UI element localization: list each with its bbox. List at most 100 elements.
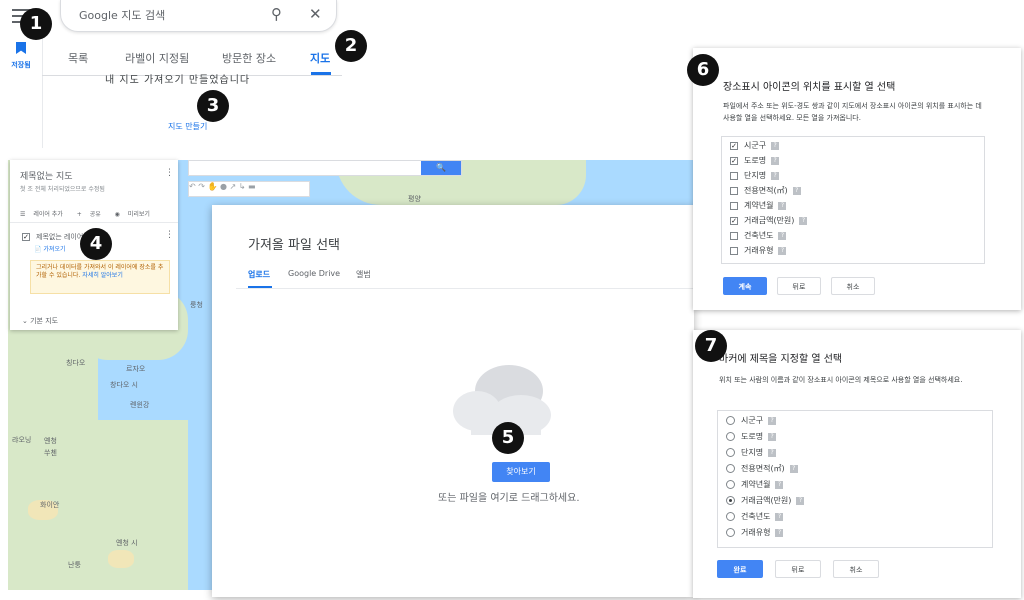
column-option[interactable]: 단지명? xyxy=(730,170,780,182)
search-icon[interactable]: ⚲ xyxy=(271,5,282,23)
marker-icon[interactable]: ● xyxy=(220,182,227,191)
option-label: 건축년도 xyxy=(744,231,774,240)
search-input[interactable]: Google 지도 검색 ⚲ ✕ xyxy=(60,0,337,32)
help-icon[interactable]: ? xyxy=(799,216,808,225)
help-icon[interactable]: ? xyxy=(768,432,777,441)
learn-more-link[interactable]: 자세히 알아보기 xyxy=(82,272,123,279)
column-option[interactable]: 단지명? xyxy=(726,447,777,459)
column-option[interactable]: 거래유형? xyxy=(726,527,784,539)
line-icon[interactable]: ↗ xyxy=(230,182,237,191)
tab-list[interactable]: 목록 xyxy=(68,50,88,66)
route-icon[interactable]: ↳ xyxy=(239,182,246,191)
browse-button[interactable]: 찾아보기 xyxy=(492,462,550,482)
more-options-icon[interactable]: ⋮ xyxy=(165,168,174,178)
radio[interactable] xyxy=(726,448,735,457)
radio[interactable] xyxy=(726,464,735,473)
option-label: 도로명 xyxy=(741,432,764,441)
column-option[interactable]: 전용면적(㎡)? xyxy=(726,463,798,475)
column-option[interactable]: ✓ 도로명? xyxy=(730,155,780,167)
base-map-row[interactable]: ⌄ 기본 지도 xyxy=(22,316,58,326)
tab-visited[interactable]: 방문한 장소 xyxy=(222,50,276,66)
close-icon[interactable]: ✕ xyxy=(309,5,322,23)
checkbox[interactable] xyxy=(730,201,738,210)
help-icon[interactable]: ? xyxy=(775,480,784,489)
help-icon[interactable]: ? xyxy=(775,528,784,537)
saved-button[interactable]: 저장됨 xyxy=(0,42,42,70)
dialog-title: 가져올 파일 선택 xyxy=(248,238,340,253)
tab-maps[interactable]: 지도 xyxy=(310,50,330,66)
layer-row[interactable]: ✓ 제목없는 레이어 xyxy=(22,232,83,242)
import-link[interactable]: 📄 가져오기 xyxy=(34,244,66,253)
option-label: 계약년월 xyxy=(744,201,774,210)
checkbox[interactable]: ✓ xyxy=(730,156,738,165)
help-icon[interactable]: ? xyxy=(768,416,777,425)
tab-upload[interactable]: 업로드 xyxy=(248,269,270,280)
tab-google-drive[interactable]: Google Drive xyxy=(288,269,340,278)
preview-button[interactable]: ◉ 미리보기 xyxy=(115,211,156,218)
column-option[interactable]: ✓ 거래금액(만원)? xyxy=(730,215,808,227)
option-label: 계약년월 xyxy=(741,480,771,489)
column-option[interactable]: 시군구? xyxy=(726,415,777,427)
column-option[interactable]: ✓ 시군구? xyxy=(730,140,780,152)
column-option[interactable]: 전용면적(㎡)? xyxy=(730,185,801,197)
checkbox[interactable] xyxy=(730,171,738,180)
continue-button[interactable]: 계속 xyxy=(723,277,767,295)
column-option[interactable]: 거래유형? xyxy=(730,245,787,257)
back-button[interactable]: 뒤로 xyxy=(777,277,821,295)
radio[interactable] xyxy=(726,480,735,489)
help-icon[interactable]: ? xyxy=(796,496,805,505)
column-option[interactable]: 도로명? xyxy=(726,431,777,443)
redo-icon[interactable]: ↷ xyxy=(198,182,205,191)
callout-badge: 7 xyxy=(695,330,727,362)
help-icon[interactable]: ? xyxy=(778,201,787,210)
map-search-button[interactable]: 🔍 xyxy=(421,161,461,175)
add-layer-label: 레이어 추가 xyxy=(33,211,63,218)
help-icon[interactable]: ? xyxy=(778,246,787,255)
radio[interactable] xyxy=(726,528,735,537)
layers-icon: ☰ xyxy=(20,211,26,218)
tab-album[interactable]: 앨범 xyxy=(356,269,371,280)
map-title[interactable]: 제목없는 지도 xyxy=(20,169,73,182)
column-option[interactable]: 거래금액(만원)? xyxy=(726,495,805,507)
help-icon[interactable]: ? xyxy=(771,156,780,165)
callout-badge: 5 xyxy=(492,422,524,454)
help-icon[interactable]: ? xyxy=(778,231,787,240)
column-option[interactable]: 계약년월? xyxy=(726,479,784,491)
column-option[interactable]: 건축년도? xyxy=(726,511,784,523)
column-option[interactable]: 건축년도? xyxy=(730,230,787,242)
layer-options-icon[interactable]: ⋮ xyxy=(165,230,174,240)
cancel-button[interactable]: 취소 xyxy=(831,277,875,295)
layer-checkbox[interactable]: ✓ xyxy=(22,233,30,241)
hand-icon[interactable]: ✋ xyxy=(208,182,218,191)
back-button[interactable]: 뒤로 xyxy=(775,560,821,578)
radio[interactable] xyxy=(726,416,735,425)
checkbox[interactable]: ✓ xyxy=(730,141,738,150)
share-button[interactable]: + 공유 xyxy=(77,211,107,218)
map-subtitle: 첫 조 전체 처리되었으므로 수정됨 xyxy=(20,186,105,193)
tab-labeled[interactable]: 라벨이 지정됨 xyxy=(125,50,189,66)
help-icon[interactable]: ? xyxy=(789,464,798,473)
checkbox[interactable] xyxy=(730,246,738,255)
radio[interactable] xyxy=(726,512,735,521)
ruler-icon[interactable]: ▬ xyxy=(248,182,256,191)
map-search-box[interactable]: 🔍 xyxy=(188,160,462,176)
radio-selected[interactable] xyxy=(726,496,735,505)
undo-icon[interactable]: ↶ xyxy=(189,182,196,191)
radio[interactable] xyxy=(726,432,735,441)
help-icon[interactable]: ? xyxy=(771,171,780,180)
checkbox[interactable] xyxy=(730,231,738,240)
checkbox[interactable] xyxy=(730,186,738,195)
cancel-button[interactable]: 취소 xyxy=(833,560,879,578)
map-label: 난퉁 xyxy=(68,561,81,569)
checkbox[interactable]: ✓ xyxy=(730,216,738,225)
layer-actions: ☰ 레이어 추가 + 공유 ◉ 미리보기 xyxy=(20,209,170,218)
create-map-link[interactable]: 지도 만들기 xyxy=(168,121,207,132)
help-icon[interactable]: ? xyxy=(792,186,801,195)
finish-button[interactable]: 완료 xyxy=(717,560,763,578)
help-icon[interactable]: ? xyxy=(768,448,777,457)
panel-title: 마커에 제목을 지정할 열 선택 xyxy=(719,354,843,365)
add-layer-button[interactable]: ☰ 레이어 추가 xyxy=(20,211,69,218)
help-icon[interactable]: ? xyxy=(771,141,780,150)
help-icon[interactable]: ? xyxy=(775,512,784,521)
column-option[interactable]: 계약년월? xyxy=(730,200,787,212)
